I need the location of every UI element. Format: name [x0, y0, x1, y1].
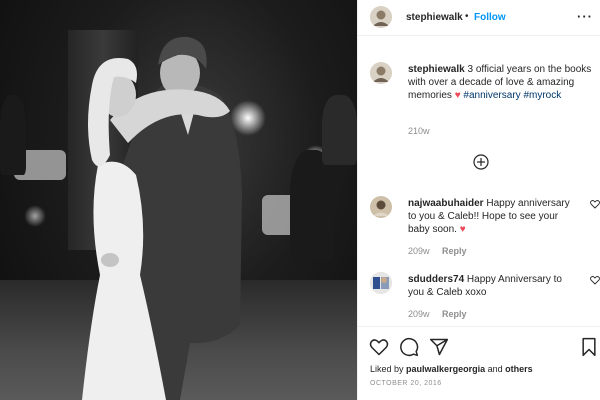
caption-avatar[interactable]: [370, 62, 392, 84]
background-guest: [0, 95, 26, 175]
comment-like-icon[interactable]: [590, 275, 600, 285]
liker-username[interactable]: paulwalkergeorgia: [406, 364, 485, 374]
background-guest: [290, 150, 334, 260]
author-username[interactable]: stephiewalk: [406, 12, 463, 23]
comment-body: najwaabuhaider Happy anniversary to you …: [408, 197, 576, 236]
comment-icon[interactable]: [399, 337, 419, 357]
hashtag-link[interactable]: #anniversary: [463, 90, 520, 101]
bookmark-icon[interactable]: [579, 337, 599, 357]
commenter-avatar[interactable]: [370, 272, 392, 294]
comment-timestamp[interactable]: 209w: [408, 309, 430, 319]
author-avatar[interactable]: [370, 6, 392, 28]
ellipsis-icon[interactable]: ···: [577, 9, 593, 24]
add-comments-icon[interactable]: [473, 154, 489, 170]
share-icon[interactable]: [429, 337, 449, 357]
comment-meta: 209w Reply: [408, 246, 477, 256]
likes-others-link[interactable]: others: [505, 364, 533, 374]
background-guest: [322, 95, 357, 165]
post-photo[interactable]: [0, 0, 357, 400]
caption-timestamp[interactable]: 210w: [408, 126, 430, 136]
follow-button[interactable]: Follow: [474, 12, 506, 23]
couple-figure: [82, 36, 242, 400]
reply-button[interactable]: Reply: [442, 309, 467, 319]
post-side-panel: stephiewalk • Follow ··· stephiewalk 3 o…: [357, 0, 600, 400]
reply-button[interactable]: Reply: [442, 246, 467, 256]
hashtag-link[interactable]: #myrock: [523, 90, 561, 101]
comment-username[interactable]: najwaabuhaider: [408, 198, 484, 209]
post-action-bar: Liked by paulwalkergeorgia and others OC…: [358, 326, 600, 400]
comment-body: sdudders74 Happy Anniversary to you & Ca…: [408, 273, 576, 299]
heart-emoji-icon: ♥: [459, 224, 466, 235]
header-separator: •: [465, 11, 469, 22]
comment-timestamp[interactable]: 209w: [408, 246, 430, 256]
heart-outline-icon[interactable]: [369, 337, 389, 357]
post-header: stephiewalk • Follow ···: [358, 0, 600, 36]
commenter-avatar[interactable]: [370, 196, 392, 218]
likes-summary: Liked by paulwalkergeorgia and others: [370, 364, 533, 374]
comment-username[interactable]: sdudders74: [408, 274, 464, 285]
comment-meta: 209w Reply: [408, 309, 477, 319]
likes-prefix: Liked by: [370, 364, 404, 374]
caption-body: stephiewalk 3 official years on the book…: [408, 63, 598, 102]
post-date[interactable]: OCTOBER 20, 2016: [370, 380, 442, 387]
likes-conjunction: and: [487, 364, 503, 374]
heart-emoji-icon: ♥: [454, 90, 461, 101]
background-light: [24, 205, 46, 227]
caption-username[interactable]: stephiewalk: [408, 64, 465, 75]
comment-like-icon[interactable]: [590, 199, 600, 209]
